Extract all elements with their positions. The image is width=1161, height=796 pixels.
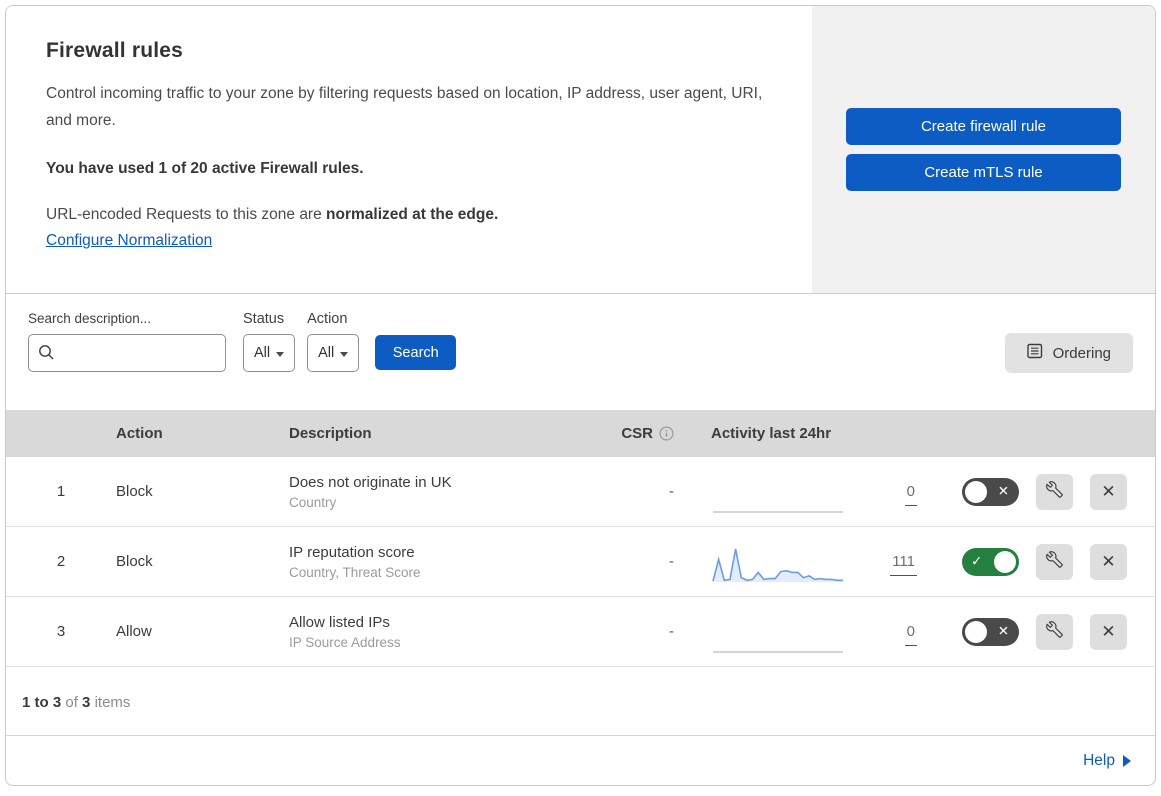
edit-rule-button[interactable] — [1036, 613, 1073, 650]
close-icon: ✕ — [1101, 481, 1116, 501]
action-filter-group: Action All — [307, 311, 360, 372]
ordering-button[interactable]: Ordering — [1004, 333, 1133, 373]
rule-description: IP reputation score — [289, 543, 415, 561]
normalization-note: URL-encoded Requests to this zone are no… — [46, 206, 772, 224]
firewall-rules-card: Firewall rules Control incoming traffic … — [5, 5, 1156, 786]
configure-normalization-link[interactable]: Configure Normalization — [46, 232, 212, 250]
activity-sparkline — [712, 548, 843, 582]
activity-count-link[interactable]: 111 — [890, 552, 917, 576]
delete-rule-button[interactable]: ✕ — [1090, 473, 1127, 510]
rule-description-cell: Allow listed IPs IP Source Address — [289, 614, 609, 650]
header-text-panel: Firewall rules Control incoming traffic … — [6, 6, 812, 293]
activity-sparkline — [713, 650, 843, 653]
close-icon: ✕ — [1101, 551, 1116, 571]
rule-activity-cell: 0 — [674, 457, 917, 526]
range-text: 1 to 3 — [22, 694, 62, 711]
help-row: Help — [6, 736, 1155, 785]
rule-activity-cell: 0 — [674, 597, 917, 666]
rule-priority: 3 — [56, 623, 66, 640]
pagination-summary: 1 to 3 of 3 items — [6, 667, 1155, 736]
rule-action: Block — [116, 553, 153, 570]
rule-action: Allow — [116, 623, 152, 640]
rule-description: Allow listed IPs — [289, 613, 390, 631]
table-header: Action Description CSR Activity last 24h… — [6, 410, 1155, 457]
rule-fields: Country, Threat Score — [289, 564, 421, 580]
rule-fields: IP Source Address — [289, 634, 401, 650]
edit-rule-button[interactable] — [1036, 543, 1073, 580]
rule-description-cell: Does not originate in UK Country — [289, 474, 609, 510]
table-row: 1 Block Does not originate in UK Country… — [6, 457, 1155, 527]
activity-column-header: Activity last 24hr — [711, 425, 832, 442]
rule-description: Does not originate in UK — [289, 473, 452, 491]
activity-count-link[interactable]: 0 — [904, 482, 917, 506]
rule-controls: ✓ ✕ ✕ — [917, 613, 1155, 650]
arrow-right-icon — [1123, 755, 1131, 767]
ordering-button-label: Ordering — [1052, 344, 1111, 362]
status-toggle[interactable]: ✓ ✕ — [962, 477, 1019, 506]
x-icon: ✕ — [997, 483, 1009, 499]
toggle-knob — [965, 620, 987, 643]
rule-action: Block — [116, 483, 153, 500]
status-selected-value: All — [254, 345, 271, 361]
rule-controls: ✓ ✕ ✕ — [917, 543, 1155, 580]
status-toggle[interactable]: ✓ ✕ — [962, 617, 1019, 646]
wrench-icon — [1046, 480, 1063, 503]
list-icon — [1026, 343, 1043, 363]
check-icon: ✓ — [971, 553, 983, 569]
csr-column-header: CSR — [621, 425, 674, 442]
header-section: Firewall rules Control incoming traffic … — [6, 6, 1155, 294]
rule-priority: 1 — [56, 483, 66, 500]
normalization-prefix: URL-encoded Requests to this zone are — [46, 206, 327, 224]
action-selected-value: All — [318, 345, 335, 361]
delete-rule-button[interactable]: ✕ — [1090, 543, 1127, 580]
x-icon: ✕ — [997, 623, 1009, 639]
rule-activity-cell: 111 — [674, 527, 917, 596]
total-count: 3 — [82, 694, 91, 711]
close-icon: ✕ — [1101, 621, 1116, 641]
page-description: Control incoming traffic to your zone by… — [46, 85, 763, 130]
action-select[interactable]: All — [307, 334, 360, 372]
activity-sparkline — [713, 510, 843, 513]
toggle-knob — [994, 550, 1016, 573]
rule-fields: Country — [289, 494, 337, 510]
action-column-header: Action — [116, 425, 163, 442]
description-column-header: Description — [289, 425, 372, 442]
rule-priority: 2 — [56, 553, 66, 570]
action-label: Action — [307, 311, 348, 327]
filter-bar: Search description... Status All Action … — [6, 294, 1155, 410]
wrench-icon — [1046, 550, 1063, 573]
delete-rule-button[interactable]: ✕ — [1090, 613, 1127, 650]
create-firewall-rule-button[interactable]: Create firewall rule — [846, 108, 1121, 145]
status-filter-group: Status All — [243, 311, 296, 372]
search-button[interactable]: Search — [375, 335, 457, 370]
activity-count-link[interactable]: 0 — [904, 622, 917, 646]
toggle-knob — [965, 480, 987, 503]
status-select[interactable]: All — [243, 334, 296, 372]
status-label: Status — [243, 311, 285, 327]
edit-rule-button[interactable] — [1036, 473, 1073, 510]
usage-summary: You have used 1 of 20 active Firewall ru… — [46, 160, 364, 178]
search-input-wrap — [28, 334, 226, 372]
normalization-bold: normalized at the edge. — [326, 206, 499, 224]
chevron-down-icon — [340, 351, 349, 357]
table-row: 2 Block IP reputation score Country, Thr… — [6, 527, 1155, 597]
table-row: 3 Allow Allow listed IPs IP Source Addre… — [6, 597, 1155, 667]
status-toggle[interactable]: ✓ ✕ — [962, 547, 1019, 576]
create-mtls-rule-button[interactable]: Create mTLS rule — [846, 154, 1121, 191]
actions-panel: Create firewall rule Create mTLS rule — [812, 6, 1155, 293]
page-title: Firewall rules — [46, 39, 184, 62]
search-input[interactable] — [28, 334, 226, 372]
search-label: Search description... — [28, 311, 152, 326]
rule-description-cell: IP reputation score Country, Threat Scor… — [289, 544, 609, 580]
chevron-down-icon — [276, 351, 285, 357]
wrench-icon — [1046, 620, 1063, 643]
rule-controls: ✓ ✕ ✕ — [917, 473, 1155, 510]
search-group: Search description... — [28, 311, 226, 372]
help-link[interactable]: Help — [1083, 752, 1131, 770]
info-icon[interactable] — [659, 426, 674, 441]
